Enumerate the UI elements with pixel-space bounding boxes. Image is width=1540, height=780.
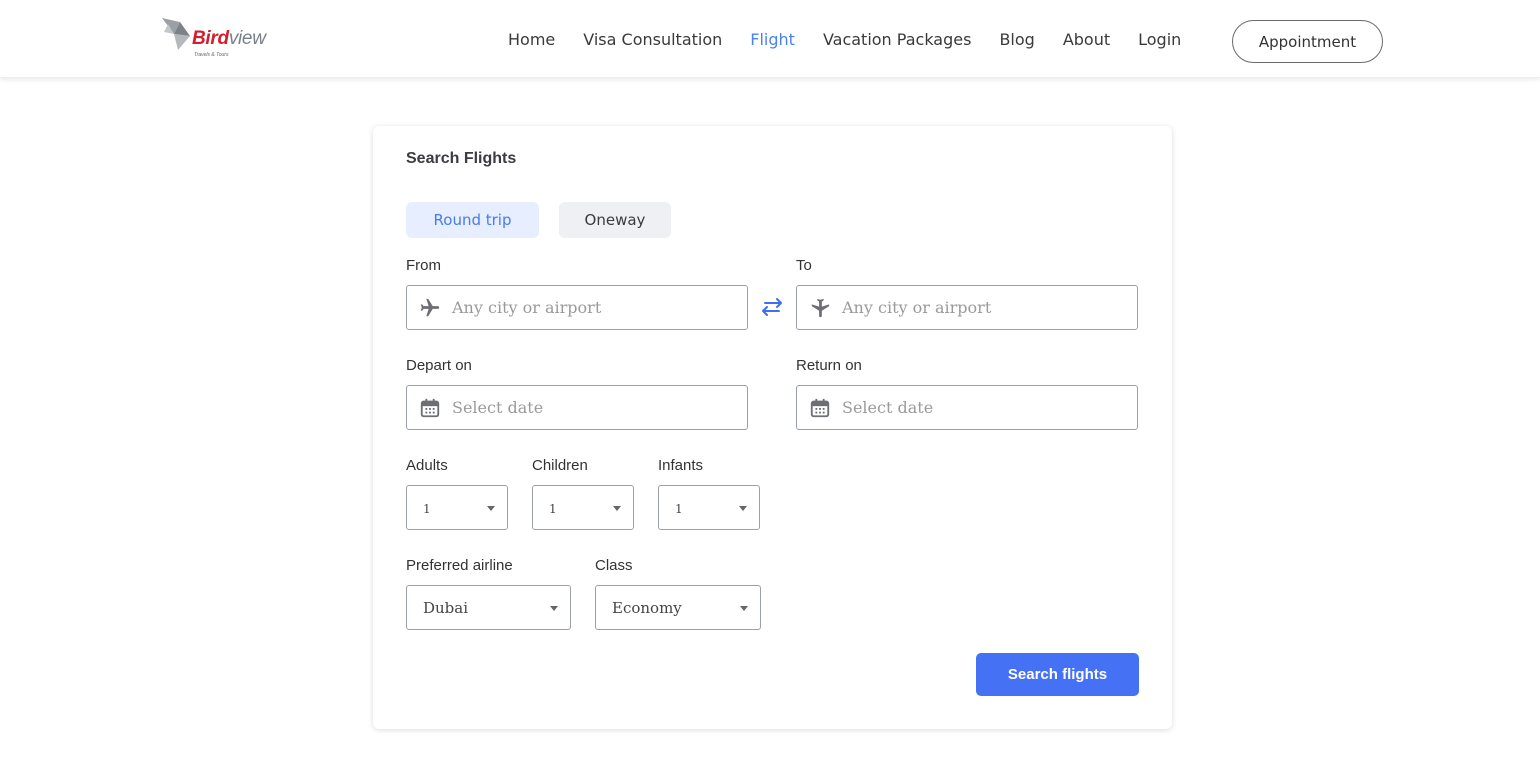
chevron-down-icon bbox=[740, 606, 748, 611]
to-input[interactable]: Any city or airport bbox=[796, 285, 1138, 330]
airline-value: Dubai bbox=[423, 599, 469, 617]
nav-item-flight[interactable]: Flight bbox=[736, 30, 809, 49]
round-trip-toggle[interactable]: Round trip bbox=[406, 202, 539, 238]
oneway-toggle[interactable]: Oneway bbox=[559, 202, 671, 238]
brand-name-part1: Bird bbox=[192, 28, 229, 49]
brand-name-part2: view bbox=[228, 28, 266, 49]
brand-name: Birdview bbox=[192, 28, 266, 50]
adults-label: Adults bbox=[406, 457, 448, 474]
adults-select[interactable]: 1 bbox=[406, 485, 508, 530]
calendar-icon bbox=[810, 398, 830, 418]
infants-label: Infants bbox=[658, 457, 704, 474]
nav-item-about[interactable]: About bbox=[1049, 30, 1124, 49]
from-label: From bbox=[406, 257, 441, 274]
depart-date-input[interactable]: Select date bbox=[406, 385, 748, 430]
brand-tagline: Travels & Tours bbox=[194, 52, 229, 58]
chevron-down-icon bbox=[613, 506, 621, 511]
nav-item-visa-consultation[interactable]: Visa Consultation bbox=[569, 30, 736, 49]
to-label: To bbox=[796, 257, 812, 274]
brand-logo[interactable]: Birdview Travels & Tours bbox=[160, 14, 270, 60]
airline-select[interactable]: Dubai bbox=[406, 585, 571, 630]
chevron-down-icon bbox=[739, 506, 747, 511]
children-label: Children bbox=[532, 457, 588, 474]
infants-select[interactable]: 1 bbox=[658, 485, 760, 530]
to-placeholder: Any city or airport bbox=[842, 298, 992, 317]
page-title: Search Flights bbox=[406, 150, 517, 167]
from-placeholder: Any city or airport bbox=[452, 298, 602, 317]
bird-logo-icon bbox=[162, 18, 190, 50]
appointment-button[interactable]: Appointment bbox=[1232, 20, 1383, 63]
return-placeholder: Select date bbox=[842, 398, 934, 417]
from-input[interactable]: Any city or airport bbox=[406, 285, 748, 330]
site-header: Birdview Travels & Tours Home Visa Consu… bbox=[0, 0, 1540, 78]
nav-item-blog[interactable]: Blog bbox=[985, 30, 1048, 49]
children-value: 1 bbox=[549, 502, 557, 516]
depart-placeholder: Select date bbox=[452, 398, 544, 417]
calendar-icon bbox=[420, 398, 440, 418]
nav-item-home[interactable]: Home bbox=[494, 30, 569, 49]
flight-search-card: Search Flights Round trip Oneway From To… bbox=[373, 126, 1172, 729]
swap-icon[interactable] bbox=[759, 294, 785, 320]
search-flights-button[interactable]: Search flights bbox=[976, 653, 1139, 696]
plane-landing-icon bbox=[811, 298, 830, 318]
airline-label: Preferred airline bbox=[406, 557, 513, 574]
class-value: Economy bbox=[612, 599, 682, 617]
children-select[interactable]: 1 bbox=[532, 485, 634, 530]
plane-takeoff-icon bbox=[420, 298, 440, 317]
main-nav: Home Visa Consultation Flight Vacation P… bbox=[494, 0, 1195, 78]
infants-value: 1 bbox=[675, 502, 683, 516]
return-date-input[interactable]: Select date bbox=[796, 385, 1138, 430]
depart-label: Depart on bbox=[406, 357, 472, 374]
chevron-down-icon bbox=[487, 506, 495, 511]
class-select[interactable]: Economy bbox=[595, 585, 761, 630]
adults-value: 1 bbox=[423, 502, 431, 516]
nav-item-login[interactable]: Login bbox=[1124, 30, 1195, 49]
nav-item-vacation-packages[interactable]: Vacation Packages bbox=[809, 30, 986, 49]
chevron-down-icon bbox=[550, 606, 558, 611]
class-label: Class bbox=[595, 557, 633, 574]
return-label: Return on bbox=[796, 357, 862, 374]
